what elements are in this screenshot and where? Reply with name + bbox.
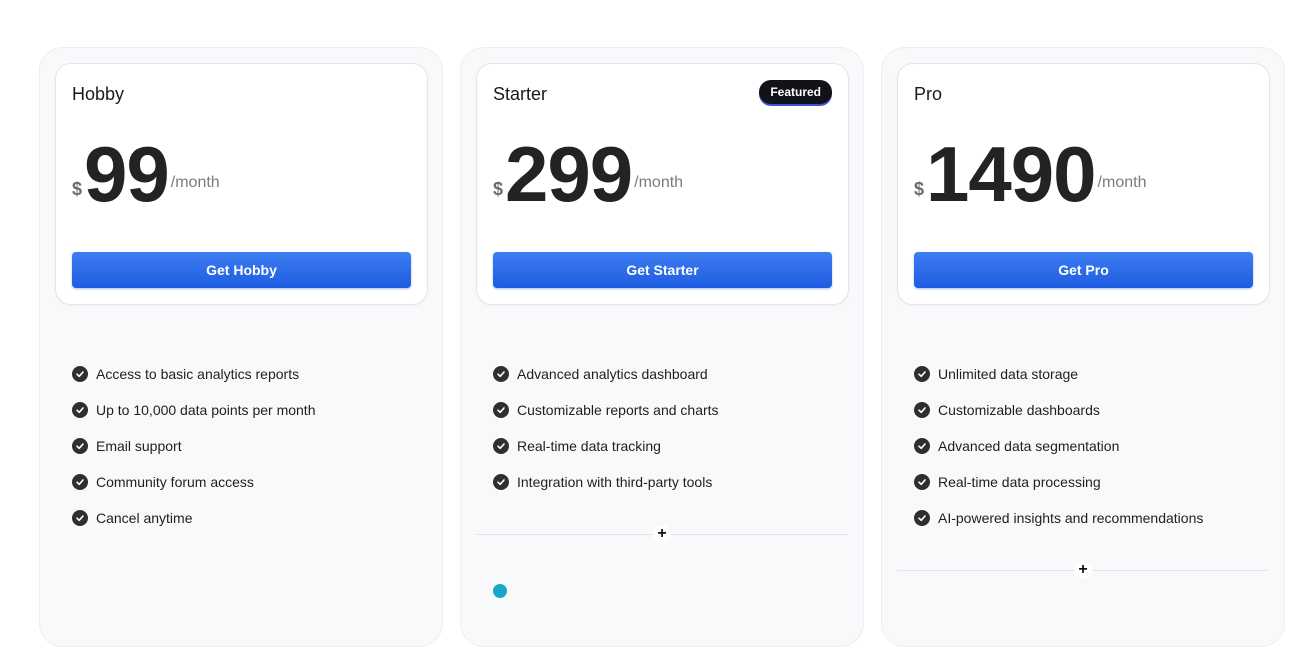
plan-card-hobby: Hobby $ 99 /month Get Hobby: [55, 63, 428, 305]
get-pro-button[interactable]: Get Pro: [914, 252, 1253, 288]
check-icon: [72, 402, 88, 418]
plus-icon[interactable]: +: [1074, 561, 1092, 579]
pricing-column-pro: Pro $ 1490 /month Get Pro Unlimited data…: [881, 47, 1285, 647]
feature-text: Unlimited data storage: [938, 366, 1079, 382]
price-amount: 99: [84, 130, 170, 218]
featured-badge: Featured: [759, 80, 832, 104]
currency-symbol: $: [493, 179, 504, 199]
feature-text: AI-powered insights and recommendations: [938, 510, 1204, 526]
pricing-column-starter: Starter Featured $ 299 /month Get Starte…: [460, 47, 864, 647]
feature-item: Advanced analytics dashboard: [493, 356, 719, 392]
plus-icon[interactable]: +: [653, 525, 671, 543]
feature-text: Advanced data segmentation: [938, 438, 1120, 454]
feature-text: Advanced analytics dashboard: [517, 366, 708, 382]
feature-text: Up to 10,000 data points per month: [96, 402, 316, 418]
addon-divider: +: [897, 561, 1269, 579]
check-icon: [493, 366, 509, 382]
feature-item: Customizable reports and charts: [493, 392, 719, 428]
feature-item: Unlimited data storage: [914, 356, 1203, 392]
check-icon: [914, 510, 930, 526]
feature-list: Advanced analytics dashboard Customizabl…: [493, 356, 719, 500]
check-icon: [914, 402, 930, 418]
price: $ 99 /month: [72, 134, 220, 214]
check-icon: [72, 438, 88, 454]
check-icon: [493, 438, 509, 454]
price-amount: 299: [505, 130, 633, 218]
feature-list: Unlimited data storage Customizable dash…: [914, 356, 1203, 536]
feature-text: Email support: [96, 438, 182, 454]
price: $ 299 /month: [493, 134, 683, 214]
feature-item: AI-powered insights and recommendations: [914, 500, 1203, 536]
price-period: /month: [1097, 174, 1147, 191]
check-icon: [72, 366, 88, 382]
check-icon: [914, 474, 930, 490]
price-amount: 1490: [926, 130, 1097, 218]
currency-symbol: $: [72, 179, 83, 199]
get-hobby-button[interactable]: Get Hobby: [72, 252, 411, 288]
feature-list: Access to basic analytics reports Up to …: [72, 356, 315, 536]
addon-indicator-icon: [493, 584, 507, 598]
feature-item: Up to 10,000 data points per month: [72, 392, 315, 428]
feature-item: Real-time data processing: [914, 464, 1203, 500]
plan-name: Starter: [493, 84, 548, 104]
check-icon: [493, 402, 509, 418]
feature-item: Email support: [72, 428, 315, 464]
feature-item: Access to basic analytics reports: [72, 356, 315, 392]
plan-name: Hobby: [72, 84, 125, 104]
feature-text: Customizable reports and charts: [517, 402, 719, 418]
feature-item: Customizable dashboards: [914, 392, 1203, 428]
feature-item: Real-time data tracking: [493, 428, 719, 464]
feature-text: Cancel anytime: [96, 510, 193, 526]
plan-card-starter: Starter Featured $ 299 /month Get Starte…: [476, 63, 849, 305]
check-icon: [72, 474, 88, 490]
feature-text: Integration with third-party tools: [517, 474, 713, 490]
plan-card-pro: Pro $ 1490 /month Get Pro: [897, 63, 1270, 305]
feature-text: Community forum access: [96, 474, 254, 490]
check-icon: [72, 510, 88, 526]
feature-text: Access to basic analytics reports: [96, 366, 300, 382]
check-icon: [493, 474, 509, 490]
feature-text: Real-time data tracking: [517, 438, 661, 454]
price-period: /month: [170, 174, 220, 191]
feature-item: Cancel anytime: [72, 500, 315, 536]
price: $ 1490 /month: [914, 134, 1146, 214]
currency-symbol: $: [914, 179, 925, 199]
check-icon: [914, 438, 930, 454]
check-icon: [914, 366, 930, 382]
feature-text: Real-time data processing: [938, 474, 1101, 490]
feature-item: Advanced data segmentation: [914, 428, 1203, 464]
addon-divider: +: [476, 525, 848, 543]
feature-item: Community forum access: [72, 464, 315, 500]
feature-item: Integration with third-party tools: [493, 464, 719, 500]
pricing-column-hobby: Hobby $ 99 /month Get Hobby Access to ba…: [39, 47, 443, 647]
price-period: /month: [634, 174, 684, 191]
plan-name: Pro: [914, 84, 943, 104]
get-starter-button[interactable]: Get Starter: [493, 252, 832, 288]
feature-text: Customizable dashboards: [938, 402, 1100, 418]
